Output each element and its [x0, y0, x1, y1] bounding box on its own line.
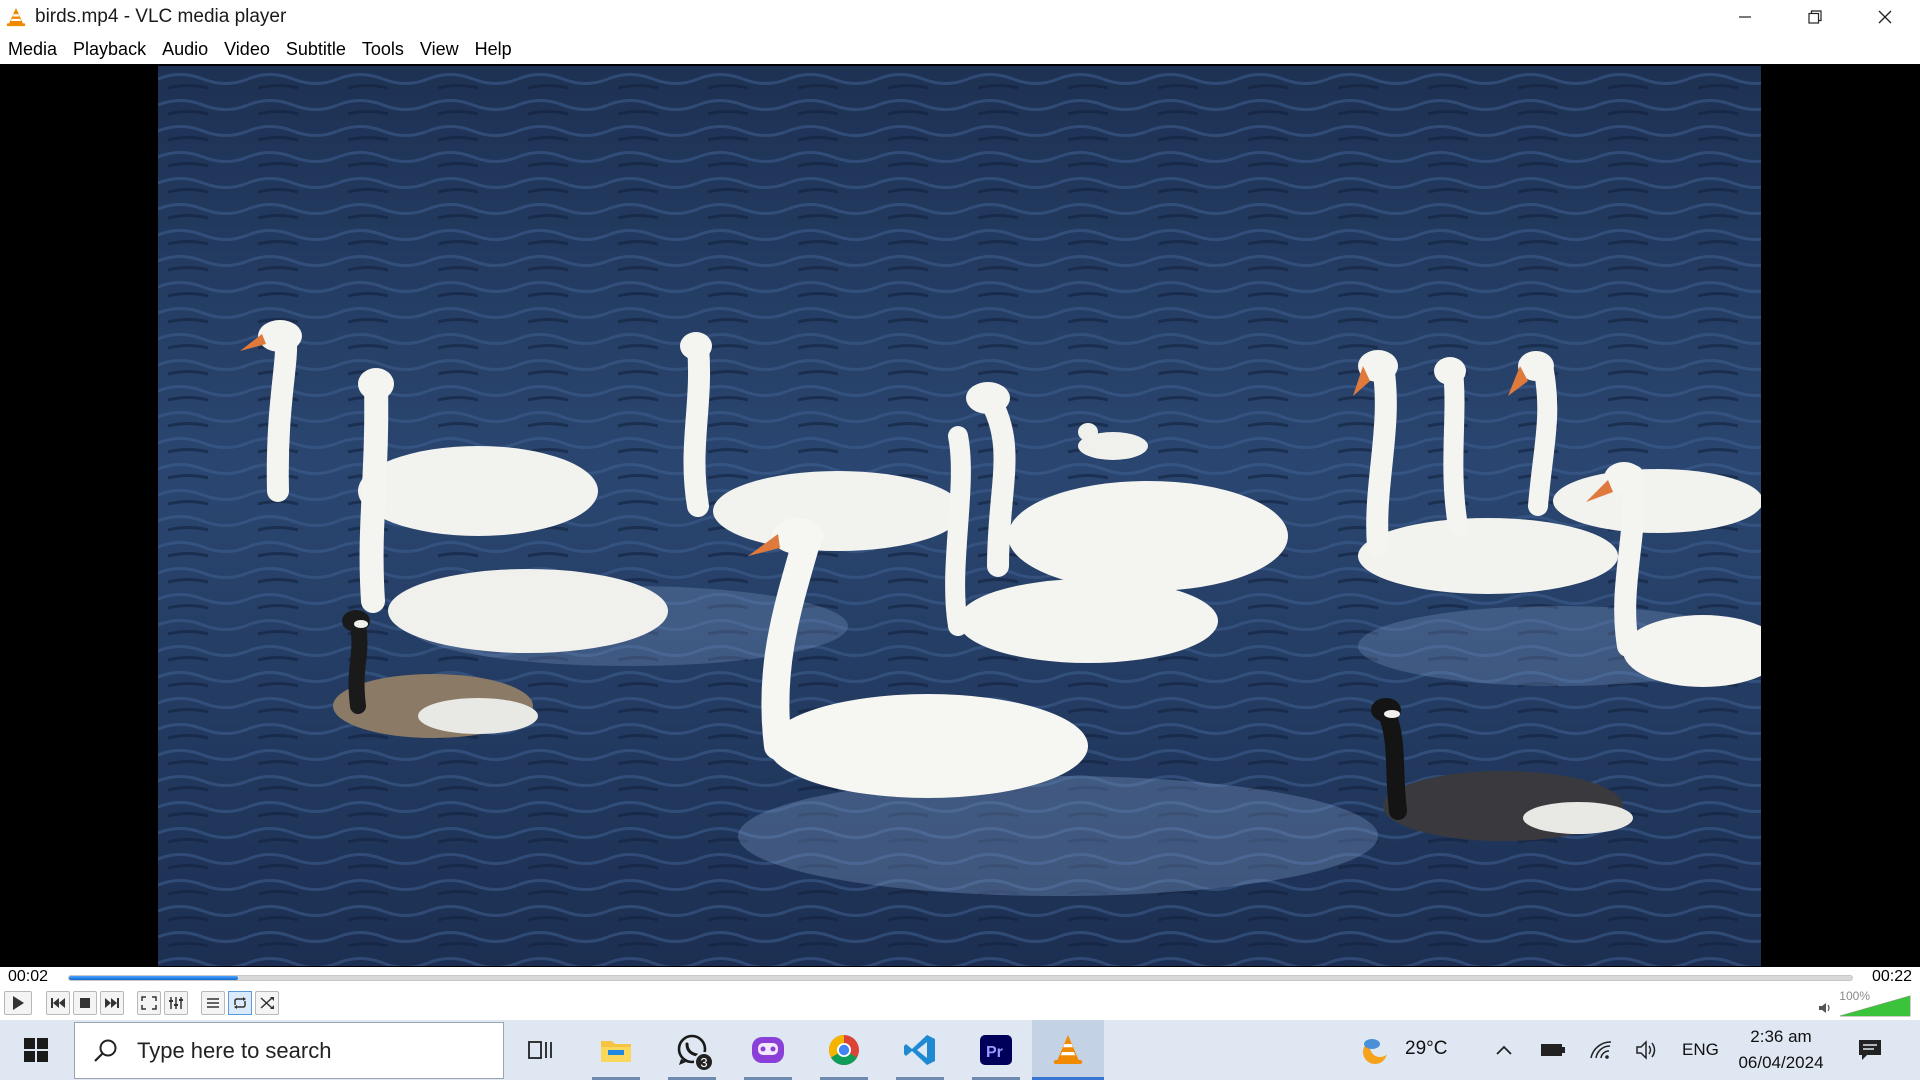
menu-view[interactable]: View	[420, 37, 459, 62]
notifications-button[interactable]	[1855, 1038, 1885, 1062]
vlc-cone-icon	[6, 7, 26, 27]
playlist-button[interactable]	[201, 991, 225, 1015]
minimize-button[interactable]	[1710, 0, 1780, 34]
network-status[interactable]	[1588, 1038, 1614, 1062]
play-icon	[13, 996, 24, 1010]
next-button[interactable]	[100, 991, 124, 1015]
task-view-icon	[528, 1041, 552, 1059]
video-area[interactable]	[0, 64, 1920, 967]
total-time: 00:22	[1871, 968, 1912, 985]
task-view-button[interactable]	[504, 1020, 576, 1080]
seek-row: 00:02 00:22	[0, 967, 1920, 987]
speaker-icon	[1636, 1040, 1656, 1060]
clock-time: 2:36 am	[1750, 1027, 1812, 1046]
vscode-icon	[904, 1035, 935, 1065]
taskbar-vlc[interactable]	[1032, 1020, 1104, 1080]
playlist-icon	[207, 998, 219, 1008]
restore-button[interactable]	[1780, 0, 1850, 34]
window-title: birds.mp4 - VLC media player	[35, 6, 287, 27]
clock-date: 06/04/2024	[1738, 1053, 1824, 1072]
fullscreen-button[interactable]	[137, 991, 161, 1015]
previous-button[interactable]	[46, 991, 70, 1015]
playback-controls: 100%	[0, 987, 1920, 1020]
whatsapp-badge: 3	[694, 1052, 714, 1072]
minimize-icon	[1739, 16, 1751, 18]
loop-button[interactable]	[228, 991, 252, 1015]
start-button[interactable]	[0, 1020, 72, 1080]
notification-icon	[1859, 1040, 1881, 1060]
chevron-up-icon	[1496, 1045, 1512, 1055]
input-language[interactable]: ENG	[1682, 1040, 1719, 1060]
equalizer-icon	[169, 997, 183, 1009]
menu-subtitle[interactable]: Subtitle	[286, 37, 346, 62]
fullscreen-icon	[141, 996, 157, 1010]
folder-icon	[601, 1041, 631, 1062]
seek-bar[interactable]	[68, 975, 1853, 981]
robot-chat-icon	[752, 1037, 784, 1063]
stop-button[interactable]	[73, 991, 97, 1015]
taskbar-chrome[interactable]	[808, 1020, 880, 1080]
weather-moon-icon[interactable]	[1358, 1034, 1392, 1068]
svg-text:Pr: Pr	[986, 1044, 1003, 1061]
menu-playback[interactable]: Playback	[73, 37, 146, 62]
elapsed-time: 00:02	[8, 968, 49, 985]
seek-progress	[69, 976, 239, 980]
search-placeholder: Type here to search	[137, 1037, 332, 1063]
taskbar-copilot-app[interactable]	[732, 1020, 804, 1080]
restore-icon	[1808, 10, 1822, 24]
volume-slider[interactable]	[1840, 995, 1912, 1017]
loop-icon	[234, 997, 246, 1009]
menu-bar: Media Playback Audio Video Subtitle Tool…	[0, 34, 1920, 64]
menu-audio[interactable]: Audio	[162, 37, 208, 62]
taskbar-whatsapp[interactable]: 3	[656, 1020, 728, 1080]
menu-media[interactable]: Media	[8, 37, 57, 62]
wifi-icon	[1590, 1041, 1612, 1059]
skip-forward-icon	[105, 998, 119, 1008]
taskbar-search-box[interactable]: Type here to search	[74, 1022, 504, 1079]
speaker-icon[interactable]	[1818, 1001, 1832, 1015]
title-bar: birds.mp4 - VLC media player	[0, 0, 1920, 34]
menu-help[interactable]: Help	[475, 37, 512, 62]
skip-back-icon	[51, 998, 65, 1008]
stop-icon	[80, 998, 90, 1008]
video-frame-swans	[158, 66, 1761, 966]
close-icon	[1878, 10, 1892, 24]
show-hidden-icons-button[interactable]	[1494, 1038, 1514, 1062]
taskbar-premiere-pro[interactable]: Pr	[960, 1020, 1032, 1080]
premiere-pro-icon: Pr	[980, 1035, 1012, 1065]
battery-status[interactable]	[1540, 1038, 1566, 1062]
extended-settings-button[interactable]	[164, 991, 188, 1015]
close-button[interactable]	[1850, 0, 1920, 34]
menu-video[interactable]: Video	[224, 37, 270, 62]
menu-tools[interactable]: Tools	[362, 37, 404, 62]
taskbar-file-explorer[interactable]	[580, 1020, 652, 1080]
taskbar: Type here to search 3 Pr 29°C ENG 2:36 a…	[0, 1020, 1920, 1080]
windows-logo-icon	[24, 1038, 48, 1062]
taskbar-clock[interactable]: 2:36 am 06/04/2024	[1730, 1024, 1832, 1076]
play-button[interactable]	[4, 991, 32, 1015]
shuffle-icon	[260, 997, 274, 1009]
search-icon	[94, 1039, 117, 1062]
volume-tray-button[interactable]	[1634, 1038, 1660, 1062]
vlc-cone-icon	[1054, 1035, 1082, 1064]
battery-icon	[1541, 1044, 1565, 1056]
shuffle-button[interactable]	[255, 991, 279, 1015]
taskbar-vscode[interactable]	[884, 1020, 956, 1080]
weather-temperature[interactable]: 29°C	[1405, 1038, 1447, 1060]
chrome-icon	[828, 1035, 859, 1066]
window-controls	[1710, 0, 1920, 34]
